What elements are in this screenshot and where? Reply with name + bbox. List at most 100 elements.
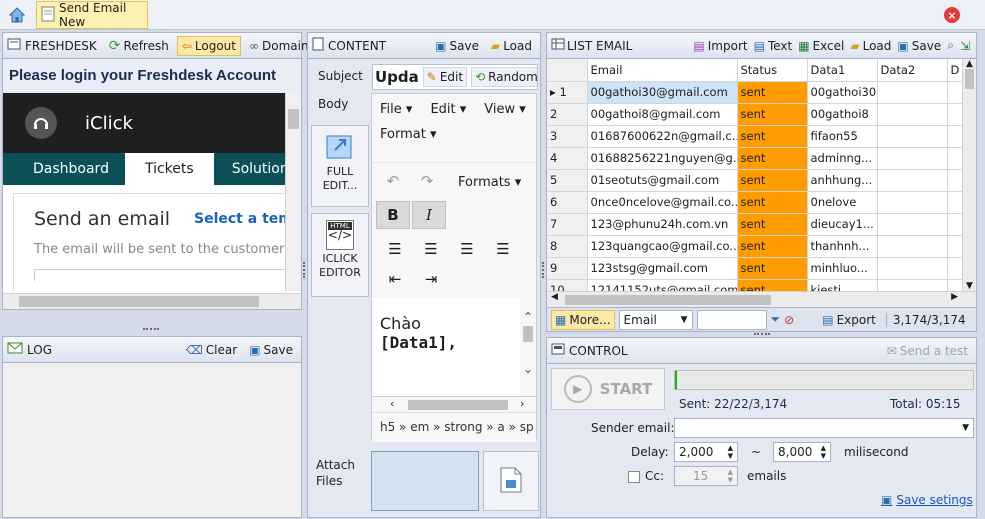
select-template-link[interactable]: Select a tem <box>194 211 288 227</box>
content-save-button[interactable]: ▣ Save <box>431 36 483 56</box>
export-button[interactable]: ▤ Export <box>818 310 880 330</box>
save-settings-link[interactable]: ▣ Save setings <box>881 493 973 507</box>
splitter-handle[interactable] <box>303 262 306 278</box>
list-save-button[interactable]: ▣ Save <box>895 36 943 56</box>
subject-input[interactable]: Upda <box>375 68 419 86</box>
column-status[interactable]: Status <box>737 59 808 82</box>
data1-cell[interactable]: 00gathoi8 <box>807 103 878 126</box>
row-number[interactable]: 3 <box>547 125 588 148</box>
data-more-cell[interactable] <box>947 213 964 236</box>
delay-min-input[interactable]: 2,000 ▲ ▼ <box>674 442 738 462</box>
formats-dropdown[interactable]: Formats ▾ <box>458 175 521 190</box>
row-number[interactable]: ▸ 1 <box>547 81 588 104</box>
editor-body[interactable]: Chào [Data1], ⌃ ⌄ <box>372 298 536 396</box>
data2-cell[interactable] <box>877 279 948 291</box>
undo-icon[interactable]: ↶ <box>376 167 410 195</box>
data2-cell[interactable] <box>877 125 948 148</box>
menu-file[interactable]: File ▾ <box>380 102 412 117</box>
data2-cell[interactable] <box>877 103 948 126</box>
row-number[interactable]: 2 <box>547 103 588 126</box>
email-cell[interactable]: 123stsg@gmail.com <box>587 257 738 280</box>
status-cell[interactable]: sent <box>737 279 808 291</box>
table-row[interactable]: ▸ 1 00gathoi30@gmail.com sent 00gathoi30 <box>547 81 964 104</box>
data1-cell[interactable]: thanhnh... <box>807 235 878 258</box>
subject-edit-button[interactable]: ✎ Edit <box>422 67 468 87</box>
tab-send-email-new[interactable]: Send Email New <box>36 1 148 29</box>
data-more-cell[interactable] <box>947 169 964 192</box>
splitter-handle[interactable] <box>542 262 545 278</box>
sender-email-select[interactable]: ▼ <box>674 418 974 438</box>
table-row[interactable]: 3 01687600622n@gmail.c... sent fifaon55 <box>547 125 964 148</box>
menu-view[interactable]: View ▾ <box>484 102 526 117</box>
bold-button[interactable]: B <box>376 201 410 229</box>
email-cell[interactable]: 00gathoi30@gmail.com <box>587 81 738 104</box>
table-row[interactable]: 4 01688256221nguyen@g... sent adminng... <box>547 147 964 170</box>
email-cell[interactable]: 123quangcao@gmail.co... <box>587 235 738 258</box>
data2-cell[interactable] <box>877 169 948 192</box>
logout-button[interactable]: ⇦ Logout <box>176 35 241 56</box>
row-number[interactable]: 10 <box>547 279 588 291</box>
data2-cell[interactable] <box>877 235 948 258</box>
row-number[interactable]: 4 <box>547 147 588 170</box>
log-save-button[interactable]: ▣ Save <box>245 340 297 360</box>
table-row[interactable]: 5 01seotuts@gmail.com sent anhhung... <box>547 169 964 192</box>
data1-cell[interactable]: 00gathoi30 <box>807 81 878 104</box>
refresh-button[interactable]: ⟳ Refresh <box>105 36 173 56</box>
filter-field-select[interactable]: Email ▼ <box>618 309 693 330</box>
align-justify-icon[interactable]: ☰ <box>486 235 520 263</box>
data2-cell[interactable] <box>877 147 948 170</box>
column-data2[interactable]: Data2 <box>877 59 948 82</box>
home-icon[interactable] <box>8 6 26 24</box>
data1-cell[interactable]: adminng... <box>807 147 878 170</box>
align-right-icon[interactable]: ☰ <box>450 235 484 263</box>
filter-icon[interactable]: ⏷ <box>771 312 781 327</box>
cc-count-input[interactable]: 15 ▲ ▼ <box>674 466 738 486</box>
email-cell[interactable]: 123@phunu24h.com.vn <box>587 213 738 236</box>
grid-vscroll[interactable]: ▲ ▼ <box>962 59 976 291</box>
outdent-icon[interactable]: ⇤ <box>378 265 412 293</box>
table-row[interactable]: 7 123@phunu24h.com.vn sent dieucay1... <box>547 213 964 236</box>
status-cell[interactable]: sent <box>737 213 808 236</box>
status-cell[interactable]: sent <box>737 81 808 104</box>
email-cell[interactable]: 00gathoi8@gmail.com <box>587 103 738 126</box>
email-cell[interactable]: 0nce0ncelove@gmail.co... <box>587 191 738 214</box>
text-button[interactable]: ▤ Text <box>752 36 795 56</box>
row-number[interactable]: 7 <box>547 213 588 236</box>
status-cell[interactable]: sent <box>737 125 808 148</box>
status-cell[interactable]: sent <box>737 103 808 126</box>
email-cell[interactable]: 12141152uts@gmail.com <box>587 279 738 291</box>
column-more[interactable]: D <box>947 59 964 82</box>
editor-vscroll[interactable]: ⌃ ⌄ <box>520 298 536 396</box>
search-icon[interactable]: ⌕ <box>945 36 956 56</box>
data-more-cell[interactable] <box>947 81 964 104</box>
list-load-button[interactable]: ▰ Load <box>848 36 893 56</box>
excel-button[interactable]: ▦ Excel <box>796 36 846 56</box>
column-data1[interactable]: Data1 <box>807 59 878 82</box>
table-row[interactable]: 8 123quangcao@gmail.co... sent thanhnh... <box>547 235 964 258</box>
status-cell[interactable]: sent <box>737 191 808 214</box>
menu-edit[interactable]: Edit ▾ <box>430 102 466 117</box>
nav-dashboard[interactable]: Dashboard <box>3 153 125 185</box>
more-button[interactable]: ▦ More... <box>551 309 615 330</box>
send-test-button[interactable]: ✉ Send a test <box>883 341 972 361</box>
data1-cell[interactable]: dieucay1... <box>807 213 878 236</box>
data2-cell[interactable] <box>877 213 948 236</box>
email-cell[interactable]: 01seotuts@gmail.com <box>587 169 738 192</box>
align-left-icon[interactable]: ☰ <box>378 235 412 263</box>
cc-checkbox[interactable] <box>628 471 640 483</box>
random-button[interactable]: ⟲ Random <box>471 67 537 87</box>
webview-vscroll[interactable] <box>285 93 301 291</box>
iclick-editor-button[interactable]: HTML </> ICLICK EDITOR <box>311 213 369 297</box>
data-more-cell[interactable] <box>947 235 964 258</box>
italic-button[interactable]: I <box>412 201 446 229</box>
menu-format[interactable]: Format ▾ <box>380 127 436 142</box>
attach-files-box[interactable] <box>371 451 479 511</box>
data-more-cell[interactable] <box>947 191 964 214</box>
full-editor-button[interactable]: FULL EDIT... <box>311 125 369 207</box>
table-row[interactable]: 2 00gathoi8@gmail.com sent 00gathoi8 <box>547 103 964 126</box>
row-number[interactable]: 6 <box>547 191 588 214</box>
clear-filter-icon[interactable]: ⊘ <box>784 313 794 327</box>
data1-cell[interactable]: minhluo... <box>807 257 878 280</box>
status-cell[interactable]: sent <box>737 235 808 258</box>
splitter-handle[interactable] <box>754 333 770 336</box>
